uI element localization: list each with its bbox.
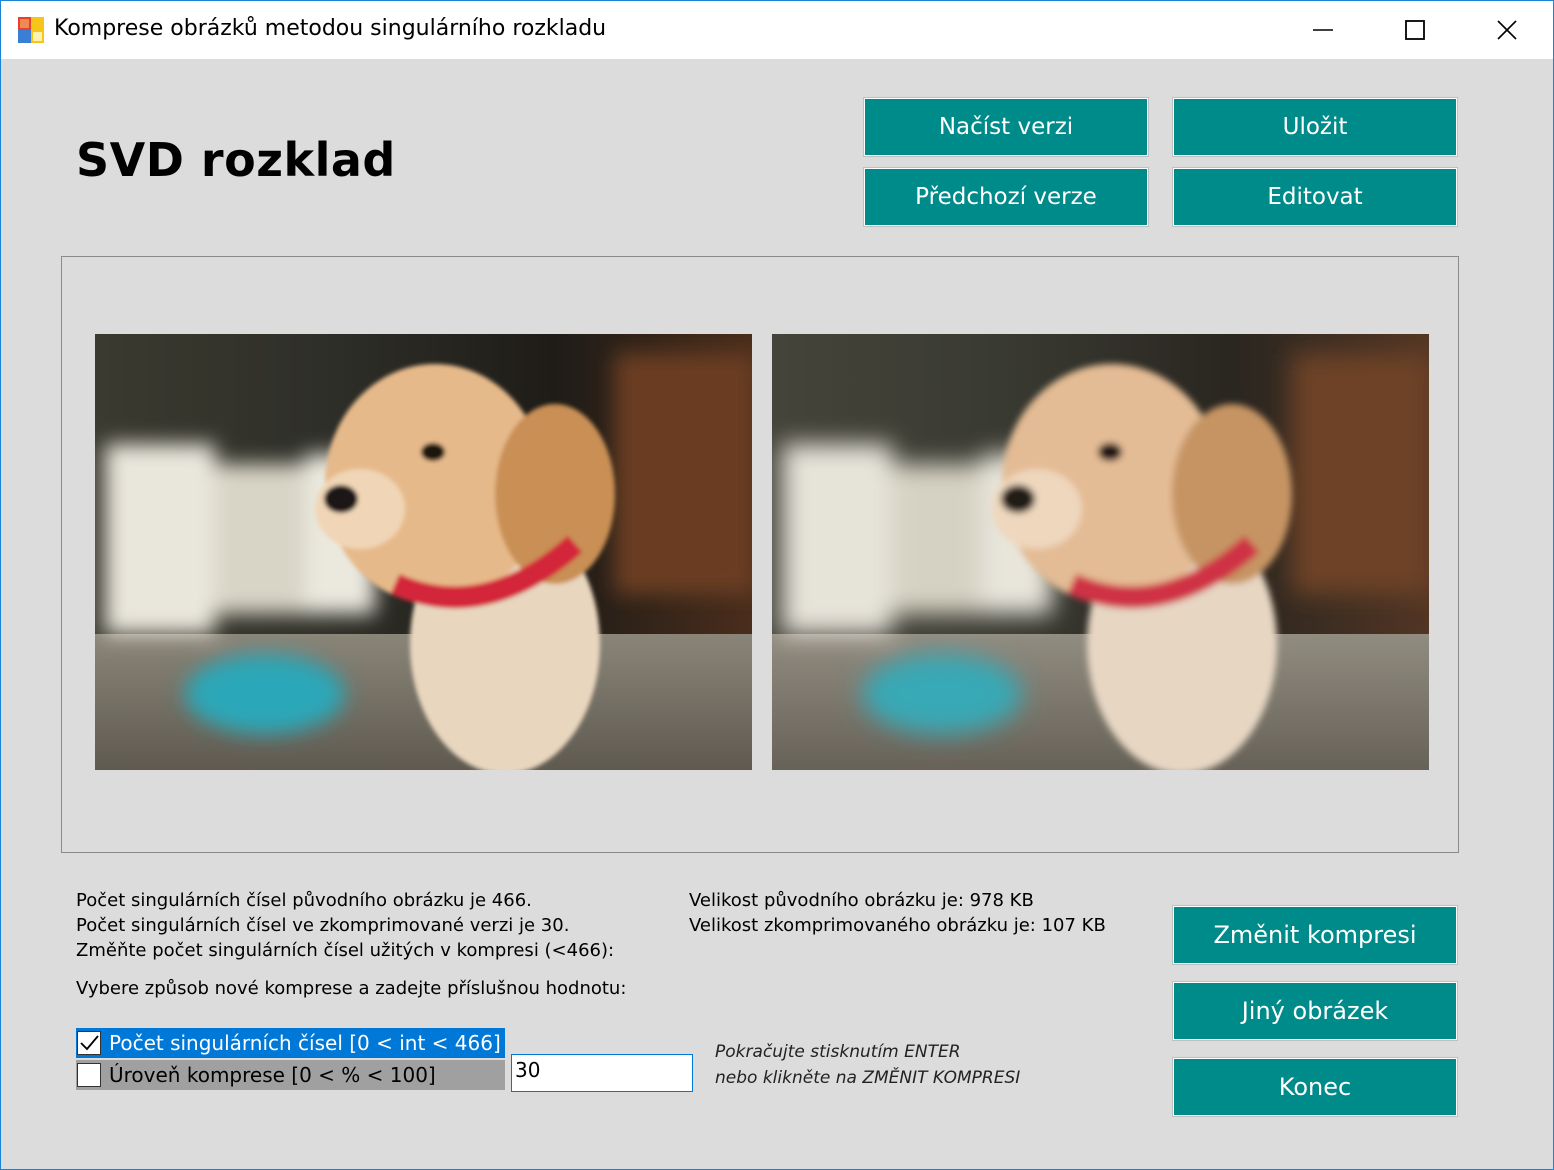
checkbox-singular-count[interactable] xyxy=(77,1031,101,1055)
previous-version-button[interactable]: Předchozí verze xyxy=(863,167,1149,227)
hint-line-2: nebo klikněte na ZMĚNIT KOMPRESI xyxy=(715,1068,1021,1088)
minimize-button[interactable] xyxy=(1277,1,1369,59)
maximize-button[interactable] xyxy=(1369,1,1461,59)
maximize-icon xyxy=(1405,20,1425,40)
check-icon xyxy=(80,1035,99,1051)
option-singular-count[interactable]: Počet singulárních čísel [0 < int < 466] xyxy=(76,1028,505,1058)
option-compression-level[interactable]: Úroveň komprese [0 < % < 100] xyxy=(76,1060,505,1090)
minimize-icon xyxy=(1313,29,1333,31)
close-button[interactable] xyxy=(1461,1,1553,59)
info-line-compressed-count: Počet singulárních čísel ve zkomprimovan… xyxy=(76,915,570,936)
close-icon xyxy=(1497,20,1517,40)
main-window: Komprese obrázků metodou singulárního ro… xyxy=(0,0,1554,1170)
edit-button[interactable]: Editovat xyxy=(1172,167,1458,227)
size-compressed-label: Velikost zkomprimovaného obrázku je: 107… xyxy=(689,915,1106,936)
other-image-button[interactable]: Jiný obrázek xyxy=(1172,981,1458,1041)
size-original-label: Velikost původního obrázku je: 978 KB xyxy=(689,890,1034,911)
change-compression-button[interactable]: Změnit kompresi xyxy=(1172,905,1458,965)
info-line-method-prompt: Vybere způsob nové komprese a zadejte př… xyxy=(76,978,627,999)
app-icon xyxy=(18,17,44,43)
checkbox-compression-level[interactable] xyxy=(77,1063,101,1087)
window-title: Komprese obrázků metodou singulárního ro… xyxy=(54,16,607,41)
quit-button[interactable]: Konec xyxy=(1172,1057,1458,1117)
hint-line-1: Pokračujte stisknutím ENTER xyxy=(715,1042,961,1062)
info-line-change-prompt: Změňte počet singulárních čísel užitých … xyxy=(76,940,615,961)
info-line-original-count: Počet singulárních čísel původního obráz… xyxy=(76,890,532,911)
value-input[interactable]: 30 xyxy=(511,1054,693,1092)
option-compression-level-label: Úroveň komprese [0 < % < 100] xyxy=(109,1063,436,1087)
original-image xyxy=(95,334,752,770)
compressed-image xyxy=(772,334,1429,770)
option-singular-count-label: Počet singulárních čísel [0 < int < 466] xyxy=(109,1031,501,1055)
title-bar[interactable]: Komprese obrázků metodou singulárního ro… xyxy=(1,1,1553,59)
load-version-button[interactable]: Načíst verzi xyxy=(863,97,1149,157)
page-title: SVD rozklad xyxy=(76,133,396,187)
save-button[interactable]: Uložit xyxy=(1172,97,1458,157)
